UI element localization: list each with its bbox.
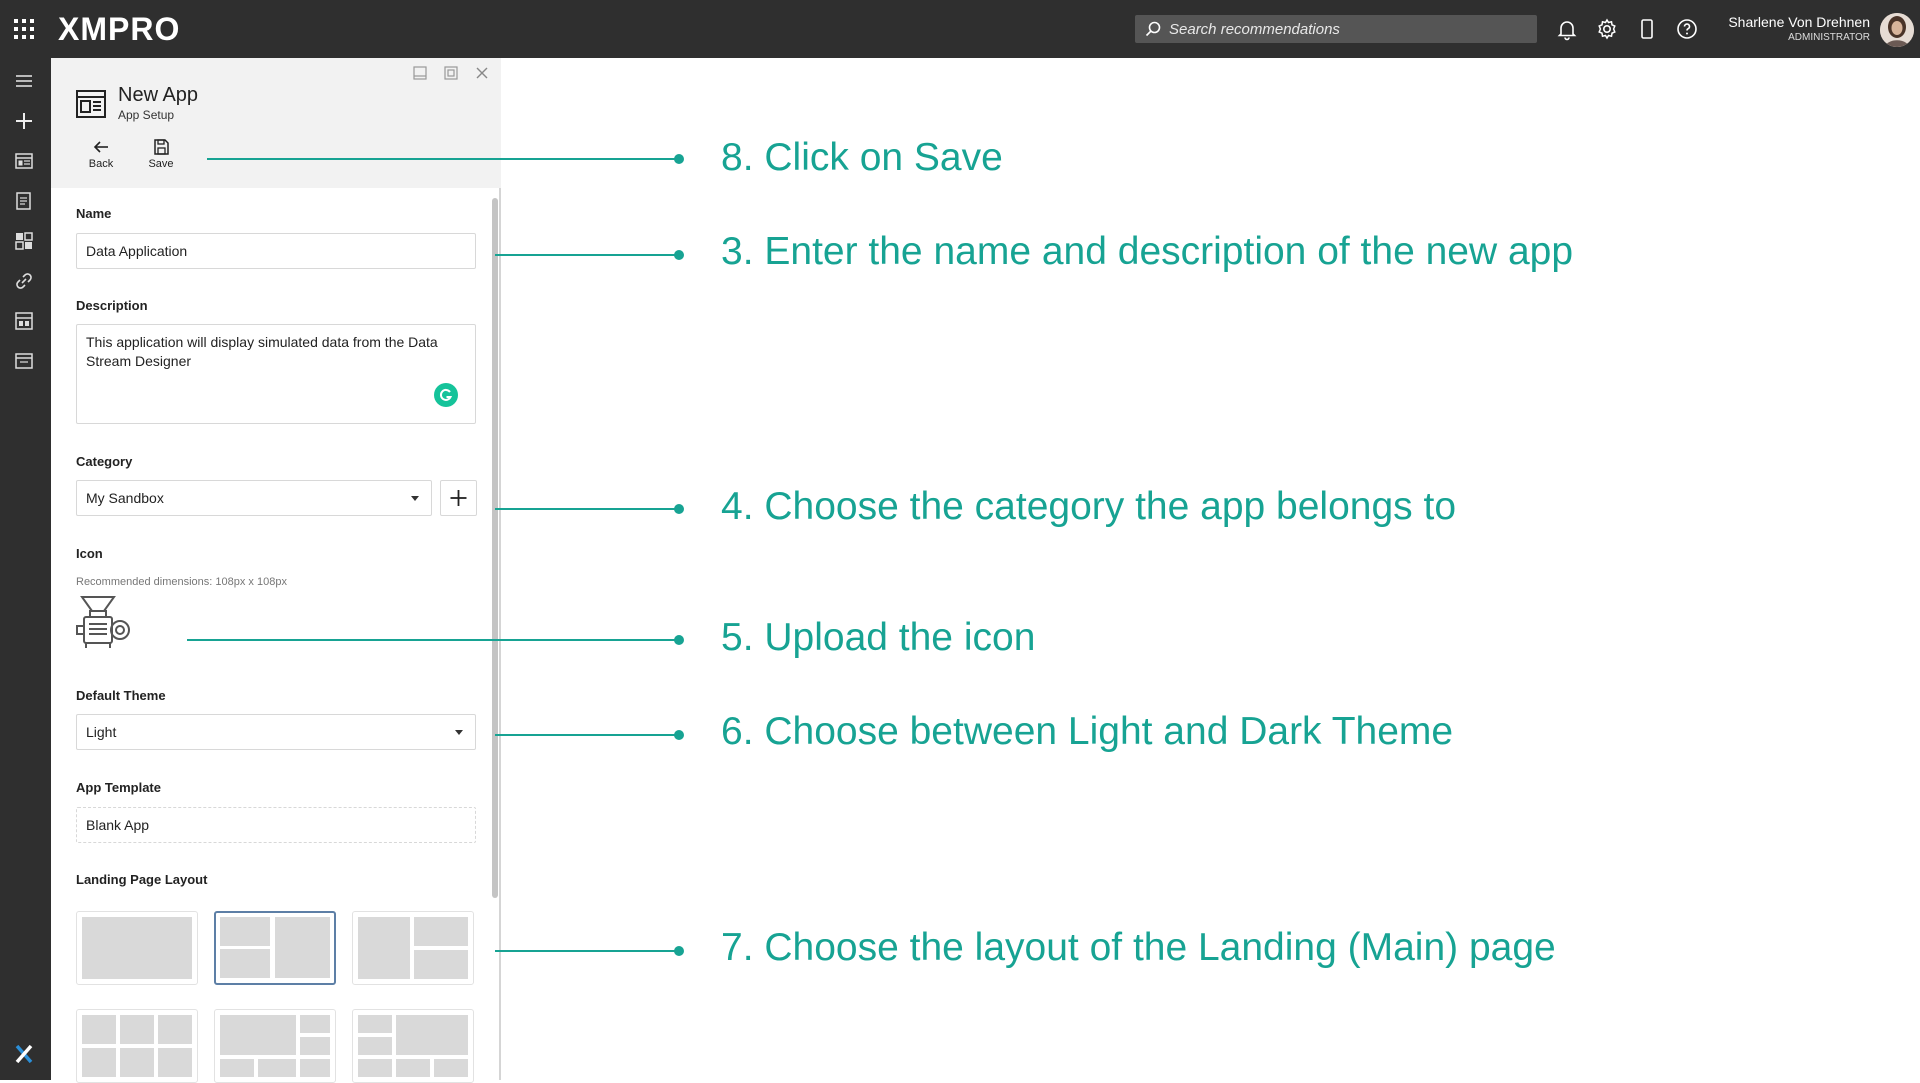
save-button[interactable]: Save [136, 138, 186, 178]
arrow-left-icon [93, 141, 108, 153]
category-select[interactable]: My Sandbox [76, 480, 432, 516]
icon-hint: Recommended dimensions: 108px x 108px [76, 576, 287, 588]
default-theme-value: Light [86, 724, 117, 740]
minimize-icon[interactable] [413, 66, 427, 80]
annotation-layout: 7. Choose the layout of the Landing (Mai… [721, 926, 1556, 969]
annotation-save: 8. Click on Save [721, 136, 1003, 179]
panel-title: New App [118, 84, 199, 106]
chevron-down-icon [411, 496, 419, 501]
save-icon [154, 139, 169, 155]
panel-subtitle: App Setup [118, 108, 175, 122]
name-field[interactable] [76, 233, 476, 269]
panel-header: New App App Setup Back Save [51, 58, 501, 188]
top-bar: XMPRO Sharlene Von Drehnen ADMINISTRATOR [0, 0, 1920, 58]
mobile-icon[interactable] [1635, 17, 1659, 41]
annotation-dot-theme [674, 730, 684, 740]
new-app-icon [76, 90, 106, 118]
icon-label: Icon [76, 546, 103, 561]
plus-icon [450, 490, 467, 506]
annotation-dot-save [674, 154, 684, 164]
meat-grinder-icon[interactable] [76, 594, 132, 650]
link-icon[interactable] [13, 270, 35, 292]
description-field[interactable]: This application will display simulated … [76, 324, 476, 424]
back-button[interactable]: Back [76, 138, 126, 178]
add-icon[interactable] [13, 110, 35, 132]
chevron-down-icon [455, 730, 463, 735]
new-app-panel: New App App Setup Back Save Name Descrip… [51, 58, 501, 1083]
user-role: ADMINISTRATOR [1788, 32, 1870, 43]
app-designer-icon[interactable] [13, 150, 35, 172]
annotation-line-category [495, 508, 678, 510]
landing-page-layout-label: Landing Page Layout [76, 872, 208, 887]
user-name[interactable]: Sharlene Von Drehnen [1728, 14, 1870, 30]
layout-option-grid[interactable] [76, 1009, 198, 1083]
window-icon[interactable] [13, 350, 35, 372]
layout-option-mixed-a[interactable] [214, 1009, 336, 1083]
gear-icon[interactable] [1595, 17, 1619, 41]
annotation-icon: 5. Upload the icon [721, 616, 1036, 659]
annotation-dot-icon [674, 635, 684, 645]
layout-option-left-split[interactable] [214, 911, 336, 985]
layout-option-single[interactable] [76, 911, 198, 985]
annotation-category: 4. Choose the category the app belongs t… [721, 485, 1457, 528]
annotation-line-theme [495, 734, 678, 736]
save-label: Save [148, 158, 174, 170]
restore-icon[interactable] [444, 66, 458, 80]
avatar[interactable] [1880, 13, 1914, 47]
brand-logo[interactable]: XMPRO [58, 11, 180, 48]
panel-scrollbar[interactable] [492, 198, 498, 898]
annotation-name: 3. Enter the name and description of the… [721, 230, 1574, 273]
category-label: Category [76, 454, 133, 469]
annotation-dot-name [674, 250, 684, 260]
annotation-dot-category [674, 504, 684, 514]
app-template-label: App Template [76, 780, 161, 795]
app-template-field[interactable]: Blank App [76, 807, 476, 843]
description-label: Description [76, 298, 148, 313]
dashboard-icon[interactable] [13, 230, 35, 252]
search-input[interactable] [1169, 15, 1529, 43]
annotation-line-save [207, 158, 678, 160]
annotation-line-name [495, 254, 678, 256]
search-box[interactable] [1135, 15, 1537, 43]
layout-option-right-split[interactable] [352, 911, 474, 985]
default-theme-select[interactable]: Light [76, 714, 476, 750]
annotation-dot-layout [674, 946, 684, 956]
xmpro-x-icon[interactable] [13, 1043, 35, 1065]
default-theme-label: Default Theme [76, 688, 166, 703]
data-stream-icon[interactable] [13, 310, 35, 332]
back-label: Back [88, 158, 114, 170]
grammarly-icon[interactable] [434, 383, 458, 407]
annotation-line-icon [187, 639, 678, 641]
layout-option-mixed-b[interactable] [352, 1009, 474, 1083]
recommendations-icon[interactable] [13, 190, 35, 212]
name-label: Name [76, 206, 112, 221]
bell-icon[interactable] [1555, 17, 1579, 41]
app-launcher-icon[interactable] [14, 19, 34, 39]
annotation-line-layout [495, 950, 678, 952]
close-icon[interactable] [475, 66, 489, 80]
menu-icon[interactable] [13, 70, 35, 92]
category-value: My Sandbox [86, 490, 164, 506]
left-navigation-rail [0, 58, 51, 1080]
search-icon [1145, 21, 1161, 37]
annotation-theme: 6. Choose between Light and Dark Theme [721, 710, 1454, 753]
add-category-button[interactable] [440, 480, 477, 516]
help-icon[interactable] [1675, 17, 1699, 41]
